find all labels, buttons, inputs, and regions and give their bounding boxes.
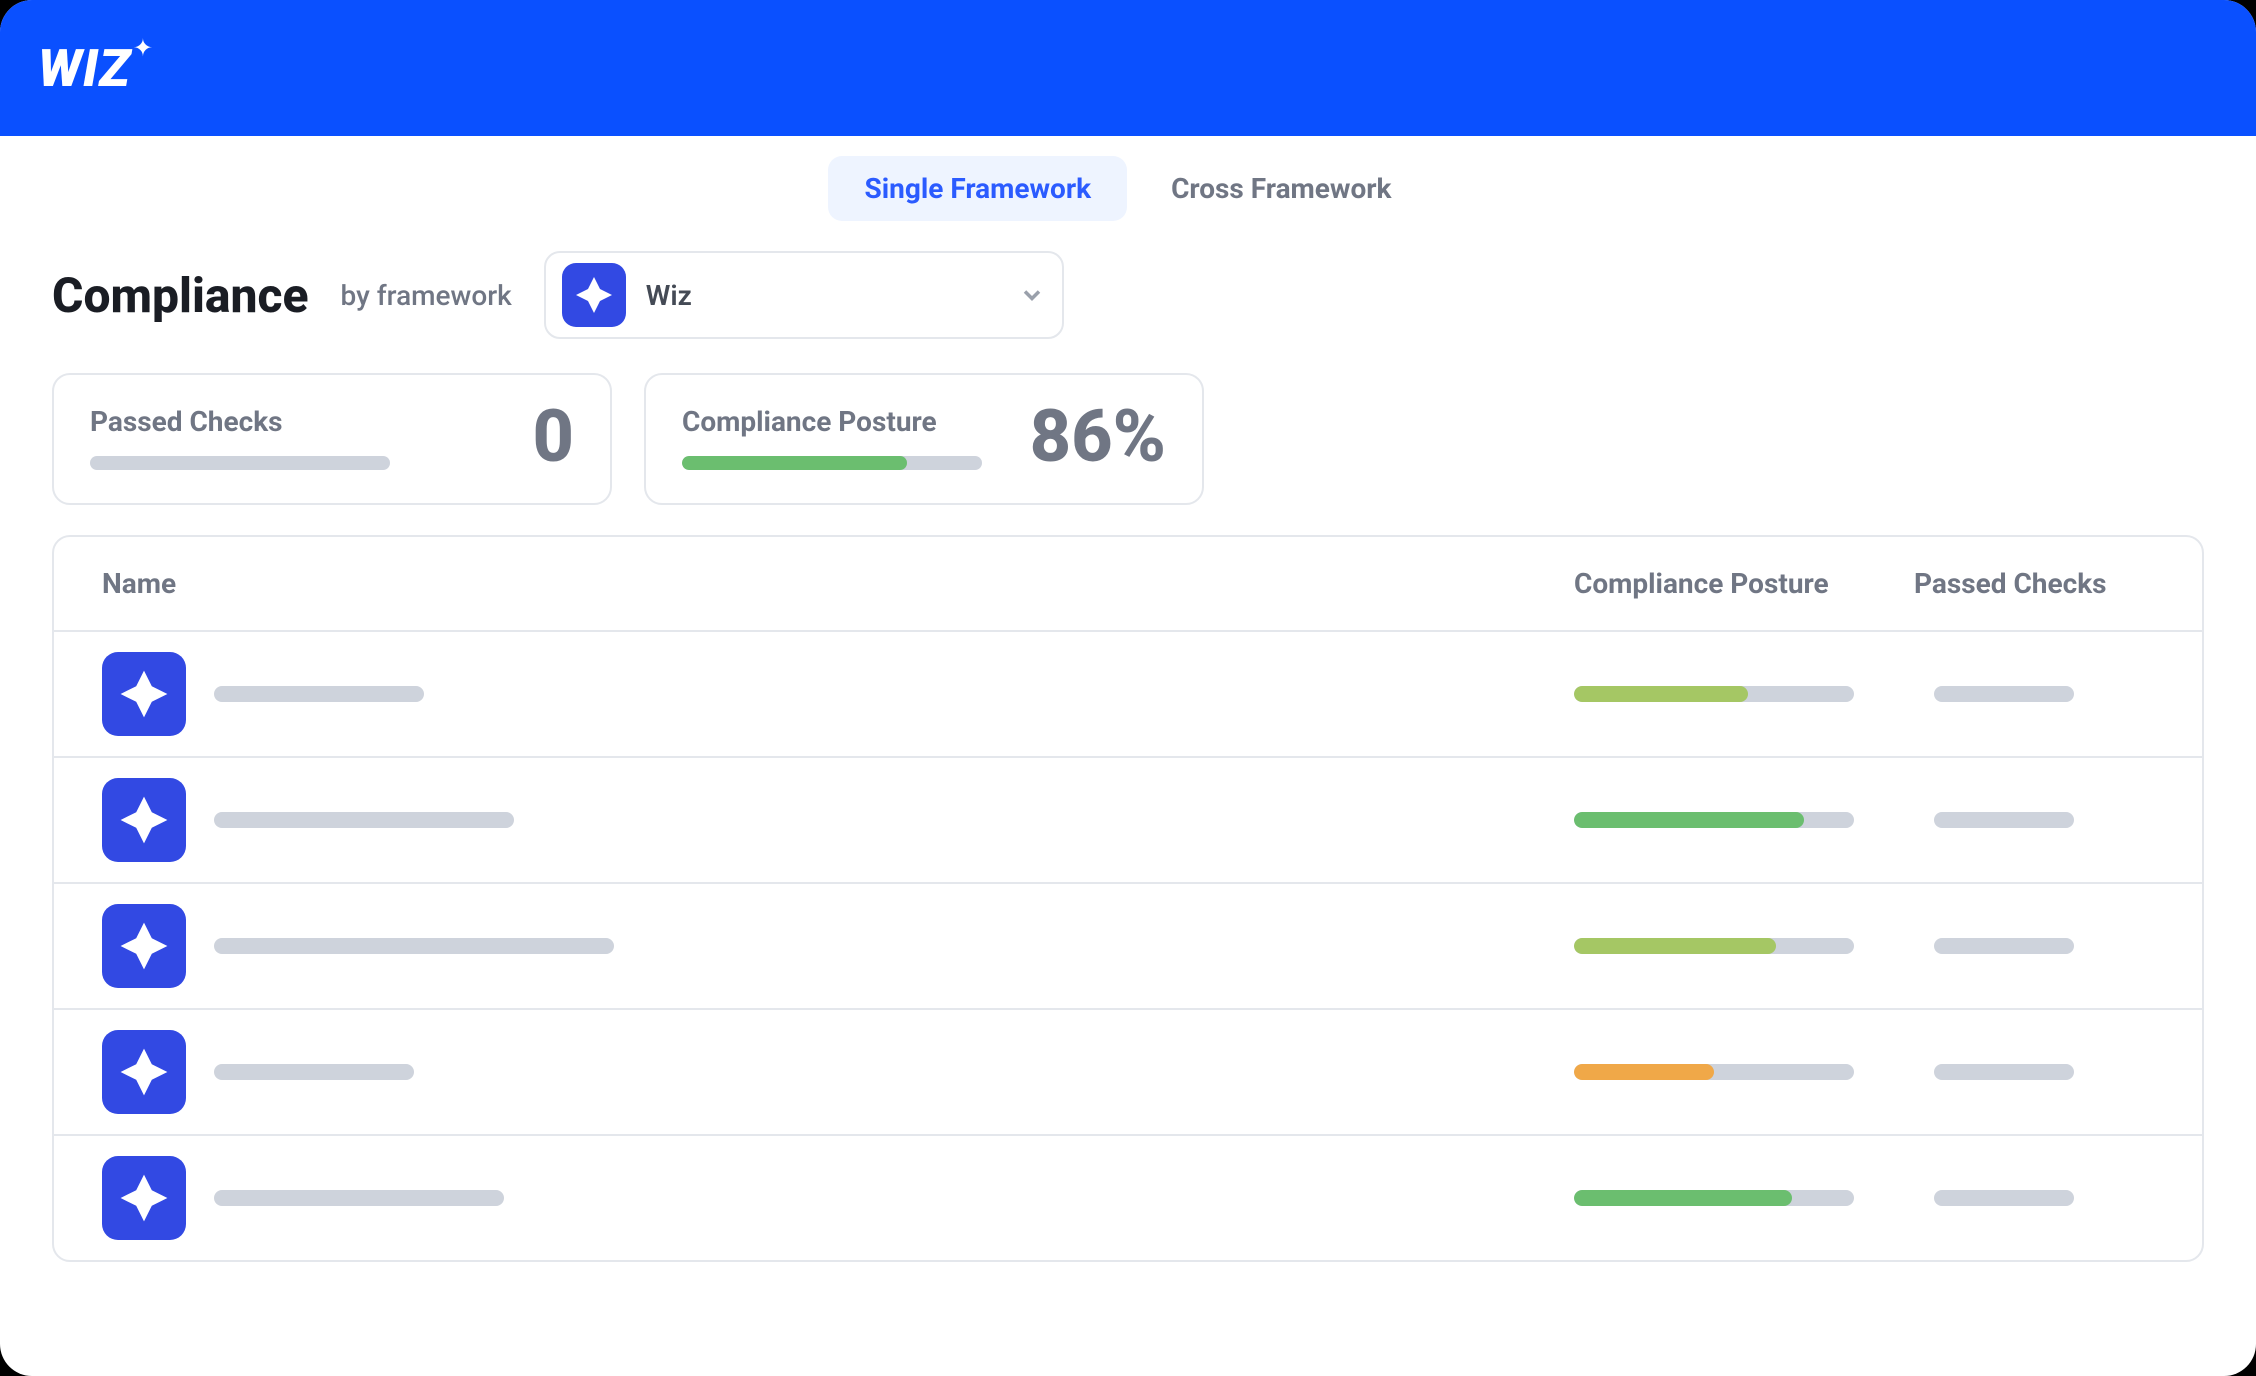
framework-select[interactable]: Wiz	[544, 251, 1064, 339]
row-posture-fill	[1574, 938, 1776, 954]
wiz-icon	[102, 904, 186, 988]
table-row[interactable]	[54, 1008, 2202, 1134]
row-posture-bar	[1574, 938, 1854, 954]
row-posture-fill	[1574, 686, 1748, 702]
col-header-posture: Compliance Posture	[1574, 567, 1914, 600]
table-row[interactable]	[54, 756, 2202, 882]
passed-checks-value: 0	[532, 401, 574, 473]
row-posture-fill	[1574, 812, 1804, 828]
wiz-icon	[102, 1156, 186, 1240]
wiz-icon	[102, 1030, 186, 1114]
app-window: WIZ ✦ Single Framework Cross Framework C…	[0, 0, 2256, 1376]
table-row[interactable]	[54, 882, 2202, 1008]
table-row[interactable]	[54, 632, 2202, 756]
row-posture-fill	[1574, 1064, 1714, 1080]
col-header-passed: Passed Checks	[1914, 567, 2154, 600]
compliance-posture-bar	[682, 456, 982, 470]
row-posture-fill	[1574, 1190, 1792, 1206]
passed-checks-label: Passed Checks	[90, 405, 390, 438]
framework-select-label: Wiz	[646, 279, 998, 312]
wiz-icon	[102, 652, 186, 736]
table-row[interactable]	[54, 1134, 2202, 1260]
tab-cross-framework[interactable]: Cross Framework	[1135, 156, 1427, 221]
wiz-logo-text: WIZ	[38, 38, 131, 99]
row-posture-bar	[1574, 686, 1854, 702]
row-name-placeholder	[214, 812, 514, 828]
row-name-placeholder	[214, 938, 614, 954]
page-subtitle: by framework	[341, 279, 512, 312]
compliance-posture-bar-fill	[682, 456, 907, 470]
row-name-placeholder	[214, 1190, 504, 1206]
row-passed-placeholder	[1934, 1190, 2074, 1206]
compliance-posture-card: Compliance Posture 86%	[644, 373, 1204, 505]
frameworks-table: Name Compliance Posture Passed Checks	[52, 535, 2204, 1262]
row-posture-bar	[1574, 812, 1854, 828]
compliance-posture-value: 86%	[1030, 401, 1166, 473]
tab-single-framework[interactable]: Single Framework	[828, 156, 1127, 221]
table-header: Name Compliance Posture Passed Checks	[54, 537, 2202, 632]
wiz-logo: WIZ ✦	[38, 38, 157, 99]
col-header-name: Name	[102, 567, 1574, 600]
passed-checks-card: Passed Checks 0	[52, 373, 612, 505]
row-posture-bar	[1574, 1190, 1854, 1206]
title-row: Compliance by framework Wiz	[52, 251, 2204, 339]
header-bar: WIZ ✦	[0, 0, 2256, 136]
chevron-down-icon	[1018, 281, 1046, 309]
table-body	[54, 632, 2202, 1260]
row-posture-bar	[1574, 1064, 1854, 1080]
stat-cards-row: Passed Checks 0 Compliance Posture 86%	[52, 373, 2204, 505]
row-passed-placeholder	[1934, 1064, 2074, 1080]
wiz-icon	[102, 778, 186, 862]
tab-row: Single Framework Cross Framework	[52, 156, 2204, 221]
row-name-placeholder	[214, 686, 424, 702]
compliance-posture-label: Compliance Posture	[682, 405, 982, 438]
row-passed-placeholder	[1934, 686, 2074, 702]
sparkle-icon: ✦	[133, 34, 153, 62]
passed-checks-bar	[90, 456, 390, 470]
content-area: Single Framework Cross Framework Complia…	[0, 136, 2256, 1262]
row-passed-placeholder	[1934, 812, 2074, 828]
wiz-icon	[562, 263, 626, 327]
row-passed-placeholder	[1934, 938, 2074, 954]
row-name-placeholder	[214, 1064, 414, 1080]
page-title: Compliance	[52, 267, 309, 324]
